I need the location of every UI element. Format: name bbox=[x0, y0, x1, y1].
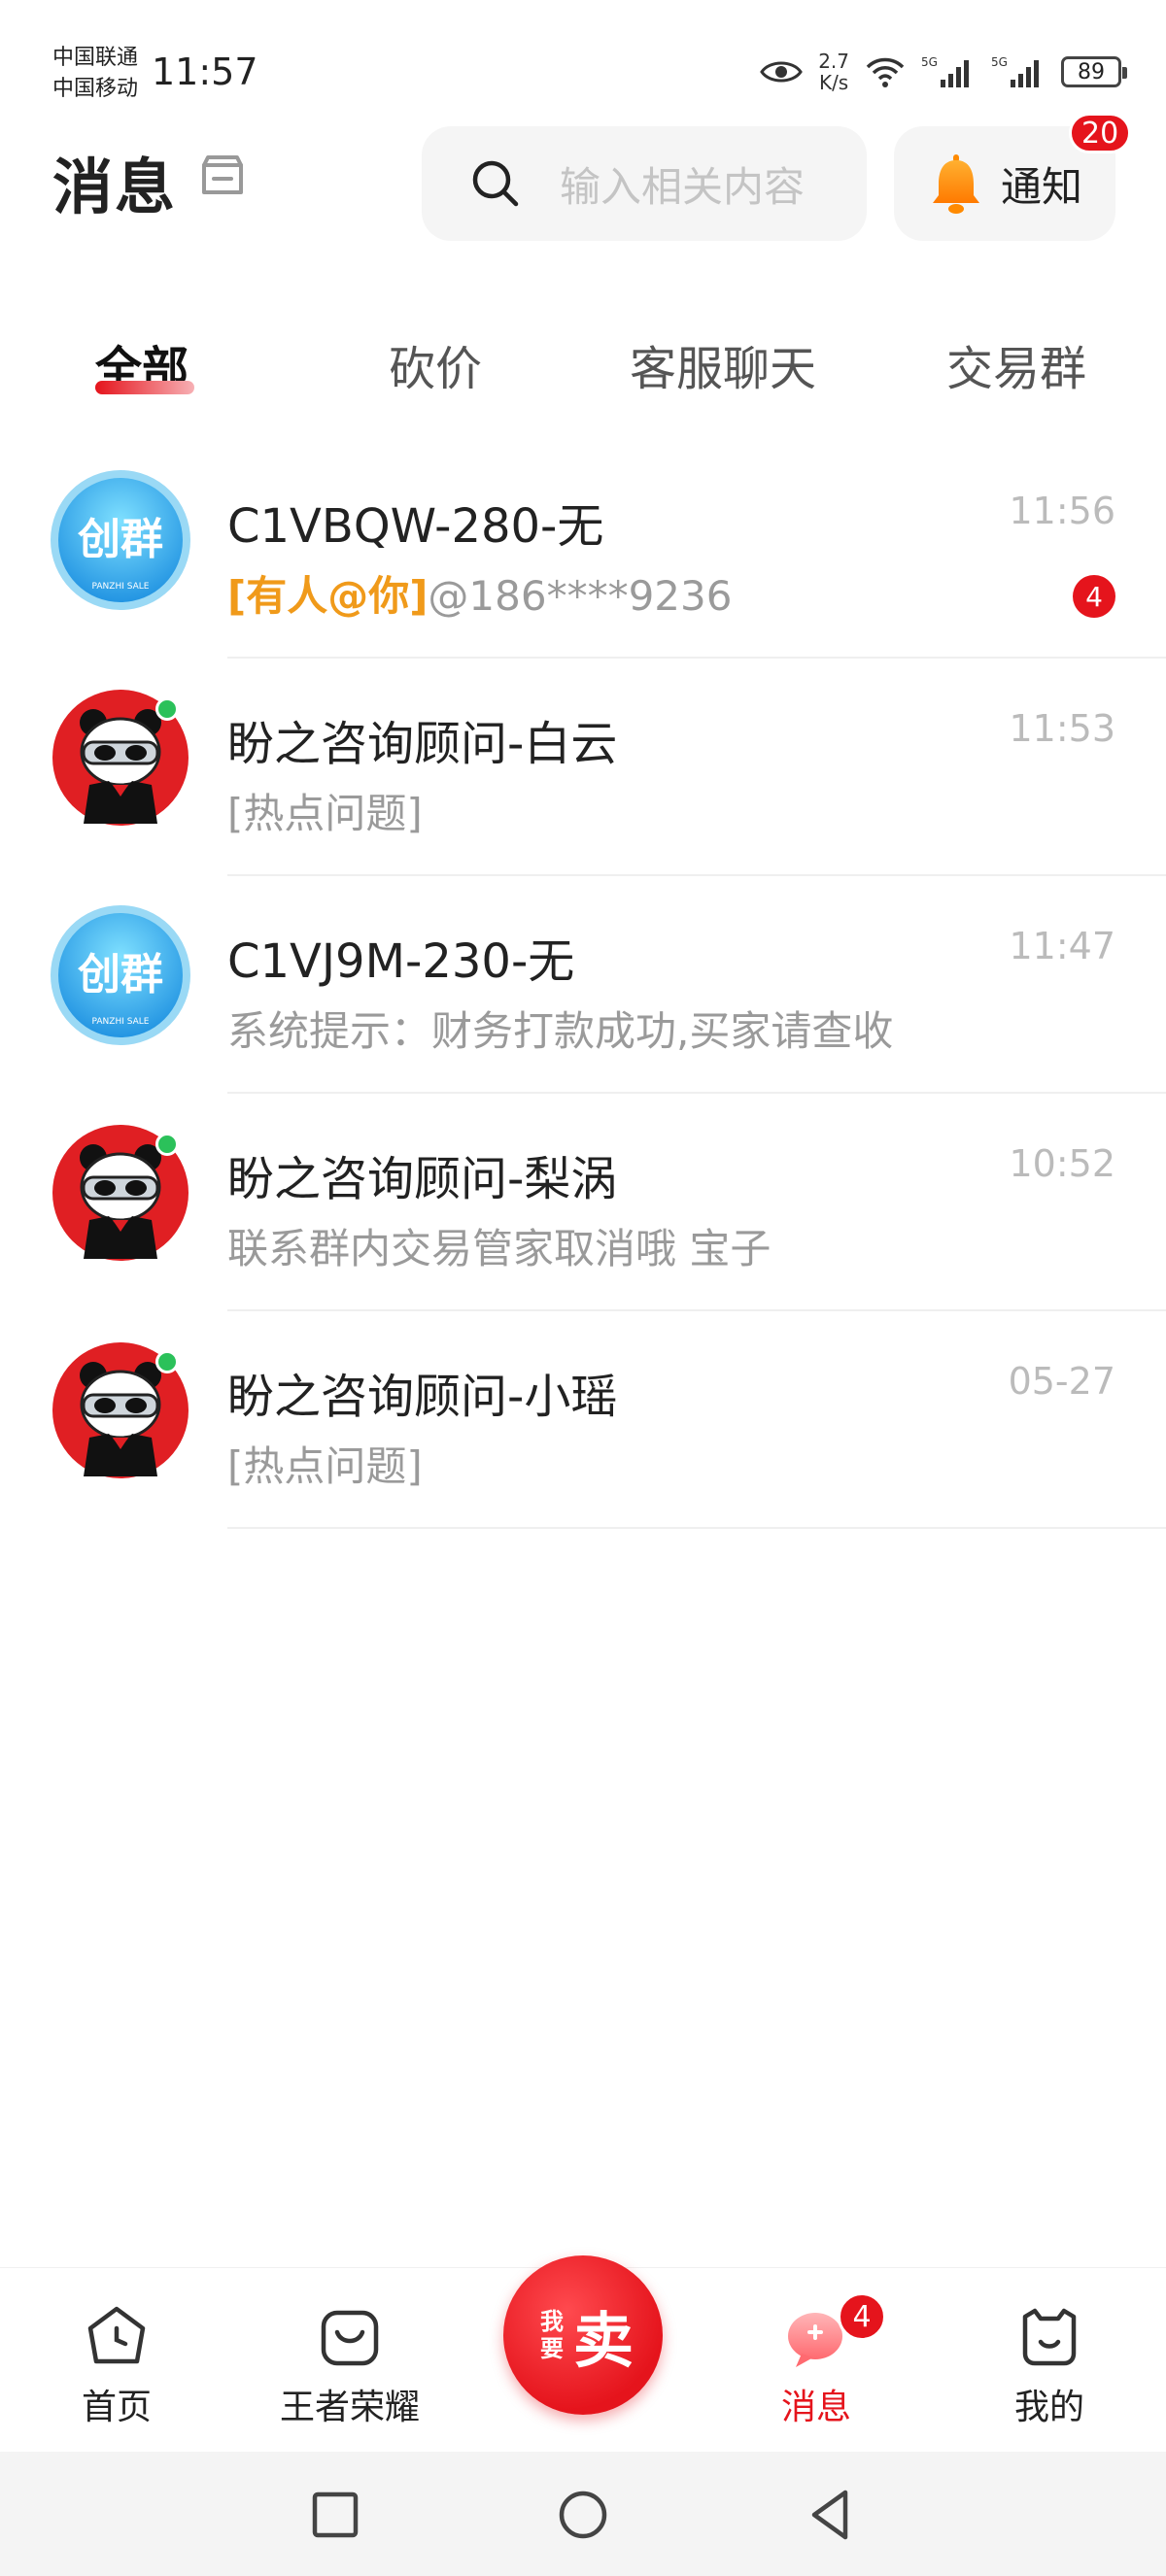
conversation-name: 盼之咨询顾问-白云 bbox=[227, 717, 618, 771]
nav-messages-label: 消息 bbox=[780, 2388, 851, 2427]
status-time: 11:57 bbox=[152, 51, 258, 93]
net-speed: 2.7 K/s bbox=[818, 51, 849, 93]
conversation-row[interactable]: 盼之咨询顾问-白云 11:53 [热点问题] bbox=[0, 659, 1166, 876]
nav-game-label: 王者荣耀 bbox=[279, 2388, 420, 2427]
signal-5g-icon-2: 5G bbox=[991, 55, 1039, 87]
net-speed-unit: K/s bbox=[818, 71, 849, 94]
conversation-row[interactable]: 创群 PANZHI SALE C1VBQW-280-无 11:56 [有人@你]… bbox=[0, 441, 1166, 659]
conversation-name: C1VJ9M-230-无 bbox=[227, 934, 575, 989]
filter-tabs: 全部 砍价 客服聊天 交易群 bbox=[0, 311, 1166, 418]
active-tab-indicator bbox=[95, 381, 194, 394]
group-logo-subtext: PANZHI SALE bbox=[92, 1017, 150, 1027]
network-1-label: 5G bbox=[921, 55, 938, 69]
nav-profile[interactable]: 我的 bbox=[952, 2303, 1147, 2429]
conversation-time: 05-27 bbox=[1008, 1360, 1115, 1403]
search-icon bbox=[472, 160, 519, 207]
group-logo-subtext: PANZHI SALE bbox=[92, 582, 150, 592]
page-title: 消息 bbox=[52, 152, 178, 222]
group-logo-text: 创群 bbox=[78, 515, 163, 564]
online-status-dot bbox=[155, 697, 179, 721]
carrier-2: 中国移动 bbox=[52, 77, 139, 101]
conversation-row[interactable]: 盼之咨询顾问-梨涡 10:52 联系群内交易管家取消哦 宝子 bbox=[0, 1094, 1166, 1311]
tab-customer-service[interactable]: 客服聊天 bbox=[630, 330, 816, 398]
search-input[interactable]: 输入相关内容 bbox=[422, 126, 867, 241]
sell-button-big-text: 卖 bbox=[572, 2305, 634, 2376]
eye-icon bbox=[760, 61, 803, 83]
back-icon[interactable] bbox=[797, 2481, 865, 2549]
battery-icon: 89 bbox=[1061, 56, 1127, 87]
sell-button[interactable]: 我要 卖 bbox=[503, 2255, 663, 2415]
wifi-icon bbox=[866, 57, 905, 87]
conversation-time: 11:53 bbox=[1009, 707, 1115, 750]
conversation-time: 11:56 bbox=[1009, 490, 1115, 532]
conversation-name: 盼之咨询顾问-梨涡 bbox=[227, 1152, 618, 1206]
conversation-preview: 系统提示：财务打款成功,买家请查收 bbox=[227, 1007, 894, 1055]
profile-icon bbox=[1022, 2308, 1077, 2366]
conversation-name: 盼之咨询顾问-小瑶 bbox=[227, 1370, 618, 1424]
messages-screen: 中国联通 中国移动 11:57 2.7 K/s 5G 5G 89 消息 输入相关… bbox=[0, 0, 1166, 2576]
conversation-preview: [有人@你]@186****9236 bbox=[227, 563, 732, 623]
nav-home[interactable]: 首页 bbox=[19, 2303, 214, 2429]
conversation-name: C1VBQW-280-无 bbox=[227, 499, 604, 554]
conversation-time: 11:47 bbox=[1009, 925, 1115, 967]
preview-text: @186****9236 bbox=[428, 572, 733, 620]
online-status-dot bbox=[155, 1133, 179, 1156]
conversation-preview: 联系群内交易管家取消哦 宝子 bbox=[227, 1225, 772, 1272]
tab-trade-group[interactable]: 交易群 bbox=[946, 330, 1086, 398]
tab-bargain[interactable]: 砍价 bbox=[389, 330, 482, 398]
recent-apps-icon[interactable] bbox=[301, 2481, 369, 2549]
carrier-1: 中国联通 bbox=[52, 46, 139, 70]
unread-badge: 4 bbox=[1073, 575, 1115, 618]
system-nav-bar bbox=[0, 2452, 1166, 2576]
conversation-row[interactable]: 盼之咨询顾问-小瑶 05-27 [热点问题] bbox=[0, 1311, 1166, 1529]
online-status-dot bbox=[155, 1350, 179, 1373]
conversation-preview: [热点问题] bbox=[227, 790, 423, 837]
search-placeholder: 输入相关内容 bbox=[560, 162, 806, 211]
group-logo-avatar: 创群 PANZHI SALE bbox=[51, 470, 190, 610]
home-circle-icon[interactable] bbox=[549, 2481, 617, 2549]
carrier-names: 中国联通 中国移动 bbox=[52, 43, 138, 105]
signal-5g-icon: 5G bbox=[921, 55, 969, 87]
conversation-row[interactable]: 创群 PANZHI SALE C1VJ9M-230-无 11:47 系统提示：财… bbox=[0, 876, 1166, 1094]
shop-icon[interactable] bbox=[198, 152, 247, 200]
net-speed-value: 2.7 bbox=[818, 50, 849, 73]
conversation-preview: [热点问题] bbox=[227, 1442, 423, 1490]
group-logo-avatar: 创群 PANZHI SALE bbox=[51, 905, 190, 1045]
sell-button-small-text: 我要 bbox=[539, 2308, 564, 2362]
nav-home-label: 首页 bbox=[81, 2388, 152, 2427]
conversation-time: 10:52 bbox=[1009, 1142, 1115, 1185]
message-nav-badge: 4 bbox=[838, 2292, 886, 2341]
status-icons: 2.7 K/s 5G 5G 89 bbox=[760, 43, 1127, 101]
notification-count-badge: 20 bbox=[1069, 113, 1132, 153]
home-icon bbox=[87, 2306, 146, 2364]
status-bar: 中国联通 中国移动 11:57 2.7 K/s 5G 5G 89 bbox=[0, 0, 1166, 117]
network-2-label: 5G bbox=[991, 55, 1008, 69]
notification-label: 通知 bbox=[1001, 162, 1083, 211]
group-logo-text: 创群 bbox=[78, 950, 163, 1000]
game-bag-icon bbox=[321, 2310, 379, 2366]
nav-game[interactable]: 王者荣耀 bbox=[253, 2303, 447, 2429]
bell-icon bbox=[933, 154, 979, 214]
mention-tag: [有人@你] bbox=[227, 572, 429, 620]
row-divider bbox=[227, 1527, 1166, 1529]
nav-profile-label: 我的 bbox=[1013, 2388, 1084, 2427]
